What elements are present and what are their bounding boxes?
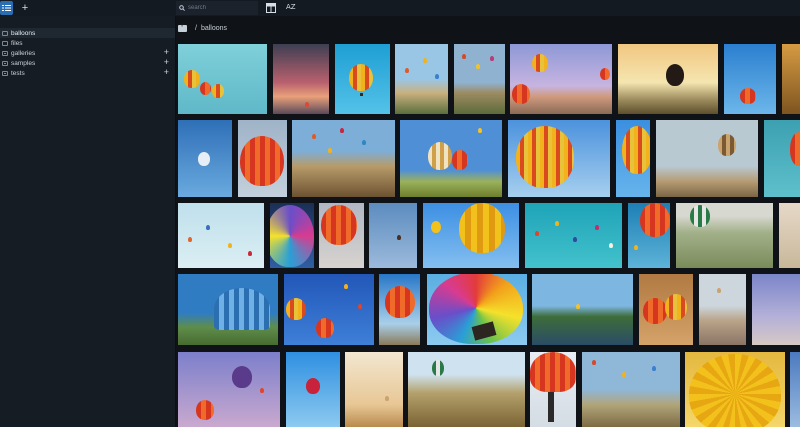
image-thumbnail[interactable]: [724, 44, 776, 114]
image-thumbnail[interactable]: [319, 203, 364, 268]
image-thumbnail[interactable]: [764, 120, 800, 197]
sidebar-item-tests[interactable]: tests +: [0, 67, 175, 78]
image-thumbnail[interactable]: [400, 120, 502, 197]
plus-icon: +: [21, 2, 29, 14]
image-gallery: [176, 42, 800, 427]
sidebar-item-label: samples: [11, 59, 36, 67]
image-thumbnail[interactable]: [676, 203, 773, 268]
image-thumbnail[interactable]: [530, 352, 576, 427]
sidebar: balloons files galleries + samples + tes…: [0, 16, 176, 427]
image-thumbnail[interactable]: [284, 274, 374, 345]
image-thumbnail[interactable]: [628, 203, 670, 268]
image-thumbnail[interactable]: [582, 352, 680, 427]
image-thumbnail[interactable]: [616, 120, 650, 197]
sidebar-item-label: galleries: [11, 49, 36, 57]
add-button[interactable]: +: [18, 1, 32, 15]
image-thumbnail[interactable]: [345, 352, 403, 427]
image-thumbnail[interactable]: [423, 203, 519, 268]
layout-view-icon[interactable]: [266, 3, 276, 13]
breadcrumb-separator: /: [195, 24, 197, 32]
image-thumbnail[interactable]: [408, 352, 525, 427]
search-icon: [179, 5, 185, 11]
image-thumbnail[interactable]: [178, 203, 264, 268]
image-thumbnail[interactable]: [335, 44, 390, 114]
search-box[interactable]: [176, 1, 258, 15]
image-thumbnail[interactable]: [427, 274, 527, 345]
image-thumbnail[interactable]: [685, 352, 785, 427]
image-thumbnail[interactable]: [273, 44, 329, 114]
image-thumbnail[interactable]: [178, 352, 280, 427]
folder-stack-icon: [2, 70, 8, 76]
sidebar-item-label: tests: [11, 69, 25, 77]
image-thumbnail[interactable]: [178, 274, 278, 345]
sidebar-item-label: files: [11, 39, 23, 47]
image-thumbnail[interactable]: [178, 44, 267, 114]
image-thumbnail[interactable]: [782, 44, 800, 114]
folder-stack-icon: [2, 60, 8, 66]
folder-icon: [2, 40, 8, 46]
sidebar-toggle-icon: [2, 5, 11, 11]
image-thumbnail[interactable]: [454, 44, 505, 114]
sidebar-item-galleries[interactable]: galleries +: [0, 47, 175, 58]
image-thumbnail[interactable]: [369, 203, 417, 268]
sidebar-item-files[interactable]: files: [0, 38, 175, 48]
breadcrumb-current[interactable]: balloons: [201, 25, 227, 32]
new-folder-icon[interactable]: [178, 22, 187, 32]
search-input[interactable]: [188, 5, 248, 11]
image-thumbnail[interactable]: [639, 274, 693, 345]
image-thumbnail[interactable]: [395, 44, 448, 114]
image-thumbnail[interactable]: [238, 120, 287, 197]
image-thumbnail[interactable]: [656, 120, 758, 197]
folder-stack-icon: [2, 50, 8, 56]
image-thumbnail[interactable]: [286, 352, 340, 427]
expand-plus-icon[interactable]: +: [164, 57, 169, 67]
image-thumbnail[interactable]: [525, 203, 622, 268]
sidebar-item-samples[interactable]: samples +: [0, 57, 175, 68]
expand-plus-icon[interactable]: +: [164, 67, 169, 77]
expand-plus-icon[interactable]: +: [164, 47, 169, 57]
sidebar-item-balloons[interactable]: balloons: [0, 28, 175, 38]
image-thumbnail[interactable]: [508, 120, 610, 197]
image-thumbnail[interactable]: [752, 274, 800, 345]
image-thumbnail[interactable]: [270, 203, 314, 268]
image-thumbnail[interactable]: [790, 352, 800, 427]
top-toolbar: + AZ: [0, 0, 800, 16]
image-thumbnail[interactable]: [379, 274, 420, 345]
sidebar-toggle-button[interactable]: [0, 1, 13, 15]
breadcrumb: / balloons: [176, 18, 796, 38]
image-thumbnail[interactable]: [532, 274, 633, 345]
sidebar-item-label: balloons: [11, 29, 36, 37]
image-thumbnail[interactable]: [618, 44, 718, 114]
image-thumbnail[interactable]: [178, 120, 232, 197]
image-thumbnail[interactable]: [699, 274, 746, 345]
image-thumbnail[interactable]: [779, 203, 800, 268]
folder-icon: [2, 30, 8, 36]
image-thumbnail[interactable]: [292, 120, 395, 197]
sort-button[interactable]: AZ: [286, 3, 296, 11]
image-thumbnail[interactable]: [510, 44, 612, 114]
